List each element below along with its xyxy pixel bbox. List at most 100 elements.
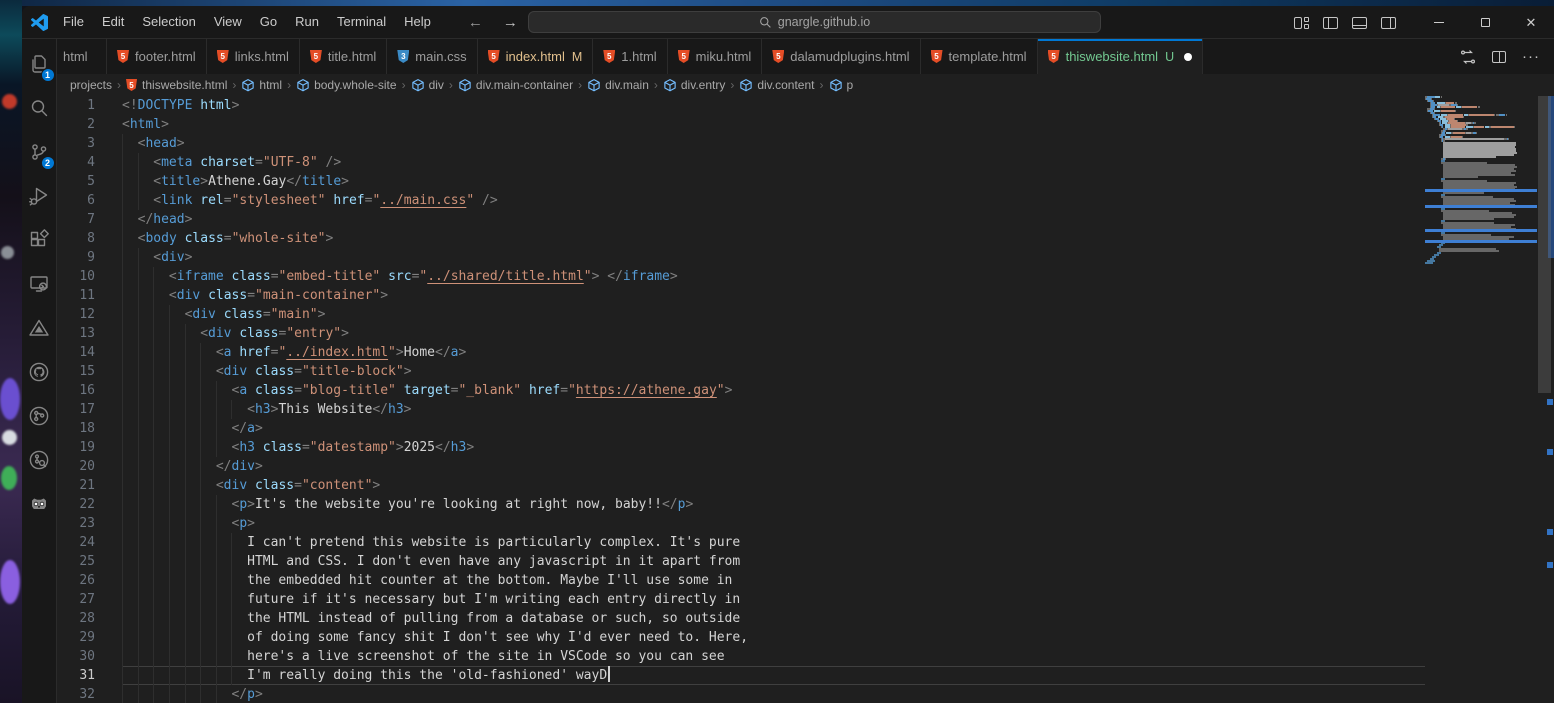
code-line[interactable]: 8<body class="whole-site"> [57, 229, 1425, 248]
tab-html[interactable]: html [57, 39, 107, 74]
menu-terminal[interactable]: Terminal [328, 11, 395, 33]
toggle-sidebar-right-icon[interactable] [1381, 17, 1396, 29]
code-line[interactable]: 11<div class="main-container"> [57, 286, 1425, 305]
code-line[interactable]: 19<h3 class="datestamp">2025</h3> [57, 438, 1425, 457]
breadcrumb-item-p[interactable]: p [829, 78, 854, 92]
code-line[interactable]: 24I can't pretend this website is partic… [57, 533, 1425, 552]
toggle-panel-bottom-icon[interactable] [1352, 17, 1367, 29]
source-control-activity-button[interactable]: 2 [22, 130, 57, 174]
search-activity-button[interactable] [22, 86, 57, 130]
code-line[interactable]: 28the HTML instead of pulling from a dat… [57, 609, 1425, 628]
forward-arrow-icon[interactable]: → [503, 14, 518, 31]
extensions-activity-button[interactable] [22, 218, 57, 262]
indent-guide [122, 286, 138, 305]
tab-title-html[interactable]: 5title.html [300, 39, 387, 74]
menu-file[interactable]: File [54, 11, 93, 33]
code-line[interactable]: 1<!DOCTYPE html> [57, 96, 1425, 115]
explorer-activity-button[interactable]: 1 [22, 42, 57, 86]
triangle-extension-activity-button[interactable] [22, 306, 57, 350]
tab-footer-html[interactable]: 5footer.html [107, 39, 207, 74]
code-content[interactable]: 1<!DOCTYPE html>2<html>3<head>4<meta cha… [57, 96, 1425, 703]
code-line[interactable]: 30here's a live screenshot of the site i… [57, 647, 1425, 666]
code-line[interactable]: 20</div> [57, 457, 1425, 476]
code-line[interactable]: 12<div class="main"> [57, 305, 1425, 324]
breadcrumb-item-div-entry[interactable]: div.entry [663, 78, 725, 92]
indent-guide [122, 153, 138, 172]
code-line[interactable]: 10<iframe class="embed-title" src="../sh… [57, 267, 1425, 286]
breadcrumb-item-div-content[interactable]: div.content [739, 78, 814, 92]
gitlens-icon [27, 448, 51, 472]
menu-selection[interactable]: Selection [133, 11, 204, 33]
gitlens-activity-button[interactable] [22, 438, 57, 482]
code-editor[interactable]: 1<!DOCTYPE html>2<html>3<head>4<meta cha… [57, 96, 1554, 703]
breadcrumb-item-html[interactable]: html [241, 78, 282, 92]
code-line[interactable]: 31I'm really doing this the 'old-fashion… [57, 666, 1425, 685]
open-changes-icon[interactable] [1460, 49, 1476, 65]
code-line[interactable]: 3<head> [57, 134, 1425, 153]
code-line[interactable]: 5<title>Athene.Gay</title> [57, 172, 1425, 191]
split-editor-icon[interactable] [1492, 51, 1506, 63]
code-line[interactable]: 2<html> [57, 115, 1425, 134]
scrollbar-slider[interactable] [1538, 96, 1551, 393]
vertical-scrollbar[interactable] [1537, 96, 1554, 703]
code-line[interactable]: 6<link rel="stylesheet" href="../main.cs… [57, 191, 1425, 210]
command-center-search[interactable]: gnargle.github.io [528, 11, 1101, 33]
code-line[interactable]: 32</p> [57, 685, 1425, 703]
minimap[interactable] [1425, 96, 1537, 703]
token: " [388, 345, 396, 360]
code-line[interactable]: 18</a> [57, 419, 1425, 438]
code-line[interactable]: 25HTML and CSS. I don't even have any ja… [57, 552, 1425, 571]
customize-layout-icon[interactable] [1294, 17, 1309, 29]
menu-go[interactable]: Go [251, 11, 286, 33]
breadcrumb-item-body-whole-site[interactable]: body.whole-site [296, 78, 397, 92]
close-button[interactable]: ✕ [1508, 6, 1554, 39]
git-graph-activity-button[interactable] [22, 394, 57, 438]
code-line[interactable]: 22<p>It's the website you're looking at … [57, 495, 1425, 514]
token: < [216, 364, 224, 379]
code-line[interactable]: 14<a href="../index.html">Home</a> [57, 343, 1425, 362]
tab-main-css[interactable]: 3main.css [387, 39, 477, 74]
maximize-button[interactable] [1462, 6, 1508, 39]
menu-help[interactable]: Help [395, 11, 440, 33]
breadcrumb-item-thiswebsite-html[interactable]: 5thiswebsite.html [126, 78, 227, 92]
tab-index-html[interactable]: 5index.htmlM [478, 39, 594, 74]
github-activity-button[interactable] [22, 350, 57, 394]
indent-guide [169, 666, 185, 685]
breadcrumb-item-projects[interactable]: projects [70, 78, 112, 92]
menu-run[interactable]: Run [286, 11, 328, 33]
code-line[interactable]: 27future if it's necessary but I'm writi… [57, 590, 1425, 609]
more-actions-icon[interactable]: ··· [1522, 52, 1540, 62]
line-number: 19 [57, 438, 122, 457]
minimize-button[interactable] [1416, 6, 1462, 39]
code-line[interactable]: 7</head> [57, 210, 1425, 229]
code-line[interactable]: 13<div class="entry"> [57, 324, 1425, 343]
remote-explorer-activity-button[interactable] [22, 262, 57, 306]
breadcrumb-item-div[interactable]: div [411, 78, 444, 92]
tab-1-html[interactable]: 51.html [593, 39, 667, 74]
code-line[interactable]: 23<p> [57, 514, 1425, 533]
menu-view[interactable]: View [205, 11, 251, 33]
back-arrow-icon[interactable]: ← [468, 14, 483, 31]
run-and-debug-activity-button[interactable] [22, 174, 57, 218]
toggle-sidebar-left-icon[interactable] [1323, 17, 1338, 29]
code-line[interactable]: 21<div class="content"> [57, 476, 1425, 495]
tab-thiswebsite-html[interactable]: 5thiswebsite.htmlU [1038, 39, 1204, 74]
code-line[interactable]: 4<meta charset="UTF-8" /> [57, 153, 1425, 172]
menu-edit[interactable]: Edit [93, 11, 133, 33]
code-line[interactable]: 29of doing some fancy shit I don't see w… [57, 628, 1425, 647]
code-line[interactable]: 9<div> [57, 248, 1425, 267]
token: < [216, 345, 224, 360]
breadcrumb-item-div-main-container[interactable]: div.main-container [458, 78, 573, 92]
code-line[interactable]: 16<a class="blog-title" target="_blank" … [57, 381, 1425, 400]
indent-guide [138, 286, 154, 305]
code-line[interactable]: 15<div class="title-block"> [57, 362, 1425, 381]
tab-links-html[interactable]: 5links.html [207, 39, 300, 74]
tab-dalamudplugins-html[interactable]: 5dalamudplugins.html [762, 39, 920, 74]
tab-miku-html[interactable]: 5miku.html [668, 39, 763, 74]
code-line[interactable]: 17<h3>This Website</h3> [57, 400, 1425, 419]
indent-guide [200, 476, 216, 495]
godot-tools-activity-button[interactable] [22, 482, 57, 526]
breadcrumb-item-div-main[interactable]: div.main [587, 78, 649, 92]
tab-template-html[interactable]: 5template.html [921, 39, 1038, 74]
code-line[interactable]: 26the embedded hit counter at the bottom… [57, 571, 1425, 590]
